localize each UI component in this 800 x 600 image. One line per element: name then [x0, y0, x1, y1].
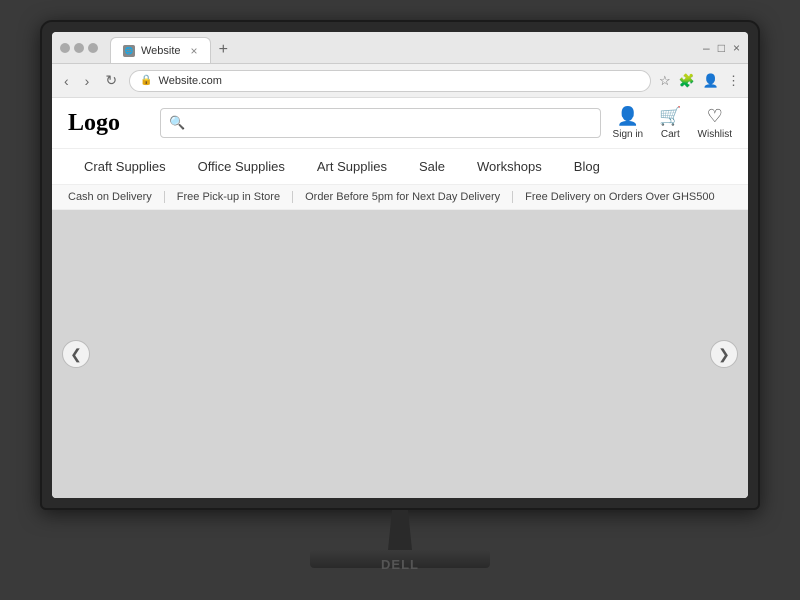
sign-in-label: Sign in	[613, 129, 644, 140]
search-icon: 🔍	[169, 115, 185, 131]
browser-titlebar: 🌐 Website × + – □ ×	[52, 32, 748, 64]
wishlist-button[interactable]: ♡ Wishlist	[698, 106, 732, 140]
wishlist-label: Wishlist	[698, 129, 732, 140]
new-tab-btn[interactable]: +	[211, 37, 236, 63]
address-text: Website.com	[159, 75, 222, 87]
cart-icon: 🛒	[659, 106, 681, 127]
promo-item-0: Cash on Delivery	[68, 191, 165, 203]
cart-label: Cart	[661, 129, 680, 140]
browser-controls	[60, 43, 98, 53]
nav-item-sale[interactable]: Sale	[403, 149, 461, 184]
browser-addressbar: ‹ › ↻ 🔒 Website.com ☆ 🧩 👤 ⋮	[52, 64, 748, 98]
search-bar[interactable]: 🔍	[160, 108, 601, 138]
wishlist-icon: ♡	[707, 106, 723, 127]
cart-button[interactable]: 🛒 Cart	[659, 106, 681, 140]
monitor-wrapper: 🌐 Website × + – □ × ‹ › ↻ 🔒	[40, 20, 760, 580]
menu-icon[interactable]: ⋮	[727, 73, 740, 89]
carousel-prev-btn[interactable]: ❮	[62, 340, 90, 368]
monitor-screen: 🌐 Website × + – □ × ‹ › ↻ 🔒	[52, 32, 748, 498]
forward-btn[interactable]: ›	[81, 71, 94, 91]
lock-icon: 🔒	[140, 75, 152, 86]
close-btn[interactable]: ×	[733, 41, 740, 55]
browser-actions: ☆ 🧩 👤 ⋮	[659, 73, 740, 89]
monitor-bezel: 🌐 Website × + – □ × ‹ › ↻ 🔒	[40, 20, 760, 510]
minimize-btn[interactable]: –	[703, 41, 710, 55]
sign-in-icon: 👤	[617, 106, 639, 127]
carousel-next-btn[interactable]: ❯	[710, 340, 738, 368]
extensions-icon[interactable]: 🧩	[679, 73, 695, 89]
browser-dot-1	[60, 43, 70, 53]
site-header: Logo 🔍 👤 Sign in 🛒 Cart	[52, 98, 748, 149]
promo-item-2: Order Before 5pm for Next Day Delivery	[293, 191, 513, 203]
back-btn[interactable]: ‹	[60, 71, 73, 91]
bookmark-icon[interactable]: ☆	[659, 73, 671, 89]
sign-in-button[interactable]: 👤 Sign in	[613, 106, 644, 140]
address-bar[interactable]: 🔒 Website.com	[129, 70, 651, 92]
nav-item-office-supplies[interactable]: Office Supplies	[182, 149, 301, 184]
nav-item-blog[interactable]: Blog	[558, 149, 616, 184]
nav-item-art-supplies[interactable]: Art Supplies	[301, 149, 403, 184]
site-logo: Logo	[68, 110, 148, 137]
browser-dot-2	[74, 43, 84, 53]
tab-favicon: 🌐	[123, 45, 135, 57]
maximize-btn[interactable]: □	[718, 41, 725, 55]
nav-item-workshops[interactable]: Workshops	[461, 149, 558, 184]
browser-tab[interactable]: 🌐 Website ×	[110, 37, 211, 63]
site-content: Logo 🔍 👤 Sign in 🛒 Cart	[52, 98, 748, 498]
tab-label: Website	[141, 45, 181, 57]
browser-dot-3	[88, 43, 98, 53]
profile-icon[interactable]: 👤	[703, 73, 719, 89]
monitor-neck	[380, 510, 420, 550]
search-input[interactable]	[191, 116, 591, 130]
tab-close-btn[interactable]: ×	[191, 44, 198, 58]
promo-item-3: Free Delivery on Orders Over GHS500	[513, 191, 727, 203]
nav-item-craft-supplies[interactable]: Craft Supplies	[68, 149, 182, 184]
site-nav: Craft Supplies Office Supplies Art Suppl…	[52, 149, 748, 185]
browser-window-controls: – □ ×	[703, 41, 740, 55]
hero-content	[100, 210, 700, 498]
hero-carousel: ❮ ❯	[52, 210, 748, 498]
promo-item-1: Free Pick-up in Store	[165, 191, 293, 203]
promo-bar: Cash on Delivery Free Pick-up in Store O…	[52, 185, 748, 210]
refresh-btn[interactable]: ↻	[101, 70, 121, 91]
header-actions: 👤 Sign in 🛒 Cart ♡ Wishlist	[613, 106, 732, 140]
tab-area: 🌐 Website × +	[110, 32, 236, 63]
